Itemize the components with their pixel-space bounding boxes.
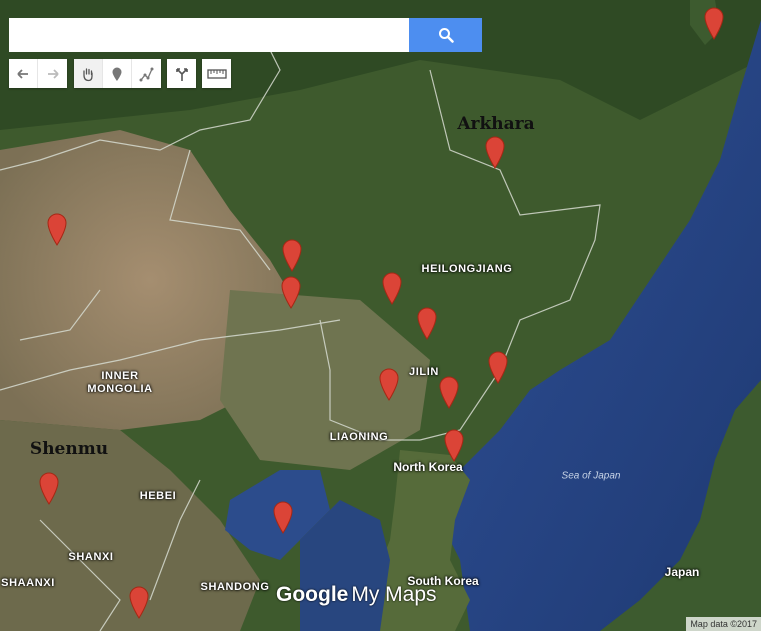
map-marker[interactable] (378, 367, 400, 401)
map-marker[interactable] (416, 306, 438, 340)
map-marker[interactable] (381, 271, 403, 305)
my-maps-logo-text: My Maps (351, 583, 437, 606)
pan-button[interactable] (74, 59, 103, 88)
map-marker[interactable] (281, 238, 303, 272)
google-my-maps-logo: Google My Maps (276, 583, 437, 607)
inner-mongolia-label: INNER MONGOLIA (87, 370, 152, 396)
north-korea-label: North Korea (393, 460, 463, 474)
measure-group (202, 59, 231, 88)
redo-icon (47, 68, 59, 79)
redo-button[interactable] (38, 59, 67, 88)
map-marker[interactable] (443, 428, 465, 462)
satellite-map[interactable] (0, 0, 761, 631)
undo-redo-group (9, 59, 67, 88)
shenmu-label: Shenmu (29, 439, 109, 459)
draw-tools-group (74, 59, 161, 88)
map-marker[interactable] (38, 471, 60, 505)
directions-button[interactable] (167, 59, 196, 88)
inner-mongolia-line1: INNER (101, 370, 139, 382)
add-marker-button[interactable] (103, 59, 132, 88)
jilin-label: JILIN (409, 366, 439, 378)
draw-line-icon (139, 67, 153, 81)
map-marker[interactable] (128, 585, 150, 619)
map-marker[interactable] (703, 6, 725, 40)
search-button[interactable] (409, 18, 482, 52)
directions-icon (175, 67, 188, 81)
map-marker[interactable] (46, 212, 68, 246)
shanxi-label: SHANXI (68, 551, 114, 563)
hebei-label: HEBEI (139, 490, 177, 502)
heilongjiang-label: HEILONGJIANG (421, 263, 513, 275)
arkhara-label: Arkhara (457, 114, 535, 134)
map-marker[interactable] (438, 375, 460, 409)
draw-line-button[interactable] (132, 59, 161, 88)
ruler-icon (206, 68, 227, 79)
undo-icon (17, 68, 28, 79)
hand-icon (83, 67, 93, 81)
inner-mongolia-line2: MONGOLIA (87, 383, 153, 395)
map-marker[interactable] (280, 275, 302, 309)
sea-of-japan-label: Sea of Japan (561, 470, 621, 482)
search-input[interactable] (9, 18, 409, 52)
undo-button[interactable] (9, 59, 38, 88)
marker-icon (112, 67, 122, 81)
liaoning-label: LIAONING (329, 431, 389, 443)
shaanxi-label: SHAANXI (1, 577, 55, 589)
map-attribution[interactable]: Map data ©2017 (686, 617, 761, 631)
search-icon (438, 28, 454, 43)
japan-label: Japan (664, 565, 700, 579)
directions-group (167, 59, 196, 88)
shandong-label: SHANDONG (200, 581, 270, 593)
map-marker[interactable] (484, 135, 506, 169)
google-logo-text: Google (276, 583, 349, 606)
map-marker[interactable] (487, 350, 509, 384)
map-marker[interactable] (272, 500, 294, 534)
measure-button[interactable] (202, 59, 231, 88)
